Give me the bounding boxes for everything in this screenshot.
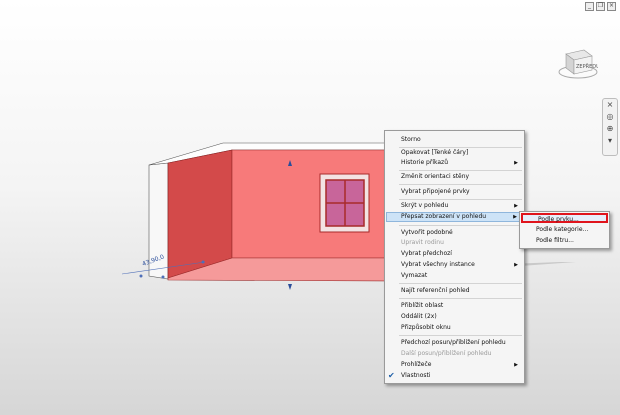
chevron-right-icon: ▶ [513,214,517,220]
context-menu: Storno Opakovat [Tenké čáry] Historie př… [384,130,525,384]
menu-item-override-graphics[interactable]: Přepsat zobrazení v pohledu ▶ [386,212,523,222]
flip-arrow-bottom [288,284,292,290]
override-submenu: Podle prvku... Podle kategorie... Podle … [519,211,610,249]
restore-icon[interactable]: ❐ [596,2,605,11]
chevron-right-icon: ▶ [514,160,518,166]
menu-item-delete[interactable]: Vymazat [386,271,523,281]
menu-item-select-all-instances[interactable]: Vybrat všechny instance ▶ [386,260,523,270]
model-svg: 43,90,0 [121,142,576,290]
view-cube[interactable]: ZEPŘEDU [558,44,600,84]
chevron-right-icon: ▶ [514,262,518,268]
menu-item-zoom-region[interactable]: Přiblížit oblast [386,301,523,311]
menu-item-storno[interactable]: Storno [386,135,523,145]
menu-item-find-referring-views[interactable]: Najít referenční pohled [386,286,523,296]
menu-item-edit-family[interactable]: Upravit rodinu [386,238,523,248]
side-wall [167,149,233,279]
menu-item-previous-pan-zoom[interactable]: Předchozí posun/přiblížení pohledu [386,338,523,348]
submenu-item-by-filter[interactable]: Podle filtru... [521,236,608,246]
menu-item-select-previous[interactable]: Vybrat předchozí [386,249,523,259]
menu-item-zoom-to-fit[interactable]: Přizpůsobit oknu [386,323,523,333]
chevron-right-icon: ▶ [514,362,518,368]
menu-item-hide-in-view[interactable]: Skrýt v pohledu ▶ [386,201,523,211]
menu-item-zoom-out[interactable]: Oddálit (2x) [386,312,523,322]
menu-item-flip-wall[interactable]: Změnit orientaci stěny [386,172,523,182]
3d-viewport[interactable]: 43,90,0 _ ❐ × ZEPŘEDU × ◎ ⊕ ▾ Storno Opa… [0,0,620,415]
zoom-icon[interactable]: ⊕ [603,123,617,135]
window-controls: _ ❐ × [585,2,616,11]
menu-item-properties[interactable]: ✔ Vlastnosti [386,371,523,381]
menu-item-repeat[interactable]: Opakovat [Tenké čáry] [386,148,523,158]
close-icon[interactable]: × [603,99,617,111]
viewcube-face: ZEPŘEDU [576,62,598,70]
submenu-item-by-category[interactable]: Podle kategorie... [521,225,608,235]
menu-item-browsers[interactable]: Prohlížeče ▶ [386,360,523,370]
steering-wheel-icon[interactable]: ◎ [603,111,617,123]
menu-item-command-history[interactable]: Historie příkazů ▶ [386,158,523,168]
minimize-icon[interactable]: _ [585,2,594,11]
navigation-bar[interactable]: × ◎ ⊕ ▾ [602,98,618,156]
close-icon[interactable]: × [607,2,616,11]
submenu-item-by-element[interactable]: Podle prvku... [521,213,608,223]
menu-item-select-joined[interactable]: Vybrat připojené prvky [386,187,523,197]
menu-item-next-pan-zoom[interactable]: Další posun/přiblížení pohledu [386,349,523,359]
chevron-down-icon[interactable]: ▾ [603,135,617,147]
menu-item-create-similar[interactable]: Vytvořit podobné [386,228,523,238]
checkmark-icon: ✔ [388,371,395,380]
chevron-right-icon: ▶ [514,203,518,209]
